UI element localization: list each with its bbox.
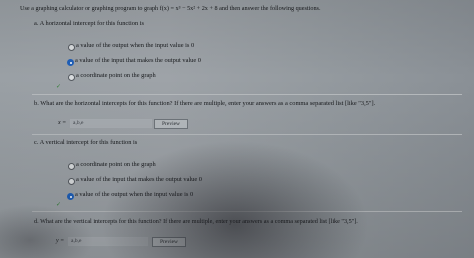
part-a-option-1-label: a value of the output when the input val…: [76, 42, 195, 49]
part-a-radio-3[interactable]: [68, 74, 75, 81]
part-b-prompt: b. What are the horizontal intercepts fo…: [34, 100, 376, 107]
divider: [32, 211, 462, 212]
part-b-preview-button[interactable]: Preview: [154, 119, 188, 129]
part-a-option-3-label: a coordinate point on the graph: [76, 72, 156, 79]
divider: [32, 134, 462, 135]
part-a-radio-1[interactable]: [68, 44, 75, 51]
part-c-option-3-label: a value of the output when the input val…: [75, 191, 194, 198]
part-a-option-2-label: a value of the input that makes the outp…: [75, 57, 202, 64]
part-c-prompt: c. A vertical intercept for this functio…: [34, 139, 138, 146]
part-c-correct-check-icon: ✓: [56, 201, 62, 208]
part-a-prompt: a. A horizontal intercept for this funct…: [34, 20, 145, 27]
vertical-intercepts-input[interactable]: a,b,e: [68, 237, 148, 246]
part-c-option-2-label: a value of the input that makes the outp…: [76, 176, 203, 183]
part-b-input-label: x =: [58, 120, 67, 126]
divider: [32, 94, 462, 95]
part-a-radio-2-selected[interactable]: [67, 59, 74, 66]
part-c-radio-1[interactable]: [68, 163, 75, 170]
part-c-radio-2[interactable]: [68, 178, 75, 185]
part-c-radio-3-selected[interactable]: [67, 193, 74, 200]
part-d-preview-button[interactable]: Preview: [152, 237, 186, 247]
part-d-prompt: d. What are the vertical intercepts for …: [34, 218, 358, 225]
question-screen: Use a graphing calculator or graphing pr…: [0, 0, 474, 258]
part-c-option-1-label: a coordinate point on the graph: [76, 161, 156, 168]
horizontal-intercepts-input[interactable]: a,b,e: [70, 119, 152, 128]
part-a-correct-check-icon: ✓: [56, 83, 62, 90]
question-instructions: Use a graphing calculator or graphing pr…: [20, 5, 321, 12]
part-d-input-label: y =: [56, 238, 65, 244]
